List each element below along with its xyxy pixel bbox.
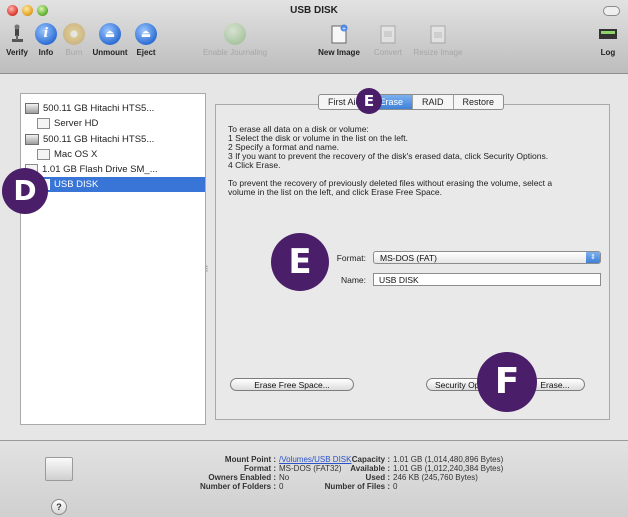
convert-label: Convert: [373, 48, 402, 57]
erase-instructions: To erase all data on a disk or volume: 1…: [228, 125, 603, 197]
hard-disk-icon: [25, 102, 39, 114]
capacity-label: Capacity :: [351, 455, 390, 464]
name-field[interactable]: USB DISK: [373, 273, 601, 286]
title-toolbar: USB DISK Verify i Info Burn ⏏ Unmount ⏏ …: [0, 0, 628, 74]
resize-image-button[interactable]: Resize Image: [406, 23, 470, 69]
mount-point-link[interactable]: /Volumes/USB DISK: [279, 455, 351, 464]
resize-image-icon: [430, 25, 446, 44]
sidebar-item-label: Server HD: [54, 118, 99, 129]
log-icon: [599, 29, 617, 39]
available-label: Available :: [350, 464, 390, 473]
info-label: Info: [38, 48, 54, 57]
eject-button[interactable]: ⏏ Eject: [132, 23, 160, 69]
new-image-icon: +: [331, 24, 348, 44]
sidebar-item-label: Mac OS X: [54, 149, 98, 160]
disk-list: 500.11 GB Hitachi HTS5... Server HD 500.…: [20, 93, 206, 425]
erase-free-space-button[interactable]: Erase Free Space...: [230, 378, 354, 391]
sidebar-item-flash-drive[interactable]: 1.01 GB Flash Drive SM_...: [21, 162, 209, 177]
format-select[interactable]: MS-DOS (FAT) ⇕: [373, 251, 601, 264]
instruction-line: 4 Click Erase.: [228, 160, 281, 170]
volume-icon: [37, 117, 50, 129]
log-button[interactable]: Log: [593, 23, 623, 69]
used-label: Used :: [365, 473, 390, 482]
log-label: Log: [600, 48, 616, 57]
owners-enabled-label: Owners Enabled :: [208, 473, 276, 482]
unmount-icon: ⏏: [99, 23, 121, 45]
files-label: Number of Files :: [324, 482, 390, 491]
owners-enabled-value: No: [279, 473, 290, 482]
convert-button[interactable]: Convert: [370, 23, 406, 69]
sidebar-item-label: USB DISK: [54, 179, 99, 190]
folders-value: 0: [279, 482, 284, 491]
new-image-button[interactable]: + New Image: [310, 23, 368, 69]
sidebar-item-label: 500.11 GB Hitachi HTS5...: [43, 134, 155, 145]
disk-utility-window: USB DISK Verify i Info Burn ⏏ Unmount ⏏ …: [0, 0, 628, 517]
info-button[interactable]: i Info: [32, 23, 60, 69]
enable-journaling-label: Enable Journaling: [202, 48, 268, 57]
callout-d: D: [2, 168, 48, 214]
burn-icon: [63, 23, 85, 45]
window-title: USB DISK: [290, 5, 338, 16]
eject-icon: ⏏: [135, 23, 157, 45]
files-value: 0: [393, 482, 398, 491]
unmount-button[interactable]: ⏏ Unmount: [90, 23, 130, 69]
tab-raid[interactable]: RAID: [413, 95, 454, 109]
callout-f: F: [477, 352, 537, 412]
convert-icon: [380, 25, 396, 44]
microscope-icon: [12, 24, 23, 42]
callout-e-form: E: [271, 233, 329, 291]
journaling-icon: [224, 23, 246, 45]
sidebar-item-label: 500.11 GB Hitachi HTS5...: [43, 103, 155, 114]
sidebar-item-server-hd[interactable]: Server HD: [21, 116, 221, 131]
popup-arrows-icon: ⇕: [586, 252, 600, 263]
mount-point-label: Mount Point :: [224, 455, 276, 464]
verify-label: Verify: [6, 48, 28, 57]
verify-button[interactable]: Verify: [2, 23, 32, 69]
callout-e-tab: E: [356, 88, 382, 114]
enable-journaling-button[interactable]: Enable Journaling: [160, 23, 310, 69]
format-info-value: MS-DOS (FAT32): [279, 464, 342, 473]
tab-bar: First Aid Erase RAID Restore: [318, 94, 505, 110]
folders-label: Number of Folders :: [199, 482, 276, 491]
split-handle[interactable]: ⠇: [205, 265, 211, 274]
hard-disk-icon: [25, 133, 39, 145]
capacity-value: 1.01 GB (1,014,480,896 Bytes): [393, 455, 504, 464]
help-button[interactable]: ?: [51, 499, 67, 515]
drive-icon: [45, 457, 73, 481]
instruction-line: 3 If you want to prevent the recovery of…: [228, 151, 549, 161]
disk-info-bar: ? Mount Point : /Volumes/USB DISK Format…: [0, 440, 628, 517]
format-value: MS-DOS (FAT): [380, 253, 437, 263]
tab-restore[interactable]: Restore: [454, 95, 504, 109]
info-icon: i: [35, 23, 57, 45]
free-space-note: volume in the list on the left, and clic…: [228, 187, 443, 197]
burn-button[interactable]: Burn: [60, 23, 88, 69]
available-value: 1.01 GB (1,012,240,384 Bytes): [393, 464, 504, 473]
sidebar-item-disk1[interactable]: 500.11 GB Hitachi HTS5...: [21, 101, 209, 116]
new-image-label: New Image: [318, 48, 360, 57]
used-value: 246 KB (245,760 Bytes): [393, 473, 478, 482]
sidebar-item-label: 1.01 GB Flash Drive SM_...: [42, 164, 158, 175]
resize-image-label: Resize Image: [413, 48, 463, 57]
volume-icon: [37, 148, 50, 160]
sidebar-item-mac-os-x[interactable]: Mac OS X: [21, 147, 221, 162]
sidebar-item-usb-disk[interactable]: USB DISK: [21, 177, 205, 192]
burn-label: Burn: [65, 48, 83, 57]
format-info-label: Format :: [244, 464, 276, 473]
sidebar-item-disk2[interactable]: 500.11 GB Hitachi HTS5...: [21, 132, 209, 147]
toolbar-toggle-button[interactable]: [603, 6, 620, 16]
eject-label: Eject: [136, 48, 156, 57]
svg-text:+: +: [341, 26, 346, 33]
unmount-label: Unmount: [92, 48, 128, 57]
